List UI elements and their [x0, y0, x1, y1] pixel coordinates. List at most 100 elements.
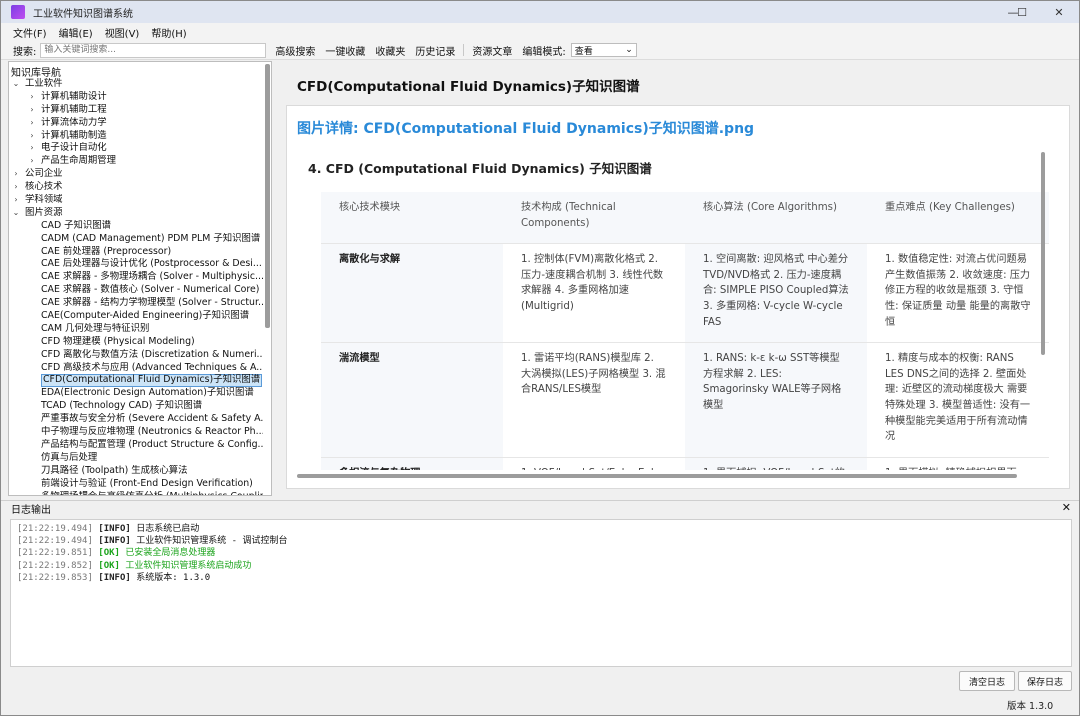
table-cell: 1. VOF/Level-Set/Euler-Euler [503, 457, 685, 470]
tree-item[interactable]: CFD 物理建模 (Physical Modeling) [9, 336, 263, 349]
tree-item[interactable]: › 电子设计自动化 [9, 142, 263, 155]
search-input[interactable] [40, 42, 267, 58]
chevron-right-icon[interactable]: › [11, 194, 21, 207]
tree-item-label: CAD 子知识图谱 [41, 219, 112, 231]
tree-item[interactable]: ⌄ 工业软件 [9, 78, 263, 91]
close-icon: ✕ [1054, 5, 1064, 19]
tree-item[interactable]: CFD(Computational Fluid Dynamics)子知识图谱 [9, 374, 263, 388]
tree-item[interactable]: › 产品生命周期管理 [9, 155, 263, 168]
articles-button[interactable]: 资源文章 [467, 43, 517, 58]
tree-item-label: CAM 几何处理与特征识别 [41, 322, 150, 334]
title-bar[interactable]: 工业软件知识图谱系统 — ☐ ✕ [1, 1, 1079, 23]
tree-view: ⌄ 工业软件 › 计算机辅助设计 › 计算机辅助工程 › 计算流体动力学 › 计算机辅助制造 › 电子… [9, 78, 263, 496]
edit-mode-select[interactable]: 查看 ⌄ [570, 43, 637, 57]
close-icon: ✕ [1061, 501, 1071, 514]
tree-item[interactable]: CAE 后处理器与设计优化 (Postprocessor & Desi... [9, 258, 263, 271]
chevron-right-icon[interactable]: › [11, 168, 21, 181]
preview-vertical-scrollbar[interactable] [1041, 152, 1045, 355]
tree-item[interactable]: › 计算机辅助制造 [9, 130, 263, 143]
chevron-right-icon[interactable]: › [27, 117, 37, 130]
tree-item-label: 中子物理与反应堆物理 (Neutronics & Reactor Ph... [41, 426, 263, 438]
chevron-right-icon[interactable]: › [27, 155, 37, 168]
history-button[interactable]: 历史记录 [410, 43, 460, 58]
sidebar-scrollbar[interactable] [265, 64, 270, 328]
tree-item[interactable]: CAE 前处理器 (Preprocessor) [9, 246, 263, 259]
tree-item[interactable]: CAD 子知识图谱 [9, 220, 263, 233]
chevron-right-icon[interactable]: › [27, 91, 37, 104]
table-cell: 1. 数值稳定性: 对流占优问题易产生数值振荡 2. 收敛速度: 压力修正方程的… [867, 243, 1049, 344]
tree-item[interactable]: › 计算机辅助工程 [9, 104, 263, 117]
menu-help[interactable]: 帮助(H) [145, 25, 192, 40]
tree-item[interactable]: TCAD (Technology CAD) 子知识图谱 [9, 400, 263, 413]
tree-item[interactable]: CAE 求解器 - 结构力学物理模型 (Solver - Structur... [9, 297, 263, 310]
image-preview: 4. CFD (Computational Fluid Dynamics) 子知… [291, 138, 1051, 470]
tree-item[interactable]: EDA(Electronic Design Automation)子知识图谱 [9, 387, 263, 400]
tree-item-label: 产品结构与配置管理 (Product Structure & Config... [41, 438, 263, 450]
preview-horizontal-scrollbar[interactable] [297, 474, 1017, 478]
tree-item[interactable]: 多物理场耦合与高级仿真分析 (Multiphysics Coupling... [9, 491, 263, 496]
log-entry: [21:22:19.494] [INFO] 工业软件知识管理系统 - 调试控制台 [17, 535, 1065, 547]
image-title: 图片详情: CFD(Computational Fluid Dynamics)子… [297, 121, 755, 137]
tree-item[interactable]: › 学科领域 [9, 194, 263, 207]
chevron-right-icon[interactable]: › [27, 142, 37, 155]
chevron-right-icon[interactable]: › [11, 181, 21, 194]
tree-item[interactable]: › 计算流体动力学 [9, 117, 263, 130]
tree-item[interactable]: 前端设计与验证 (Front-End Design Verification) [9, 478, 263, 491]
log-console[interactable]: [21:22:19.494] [INFO] 日志系统已启动 [21:22:19.4… [10, 519, 1072, 667]
advanced-search-button[interactable]: 高级搜索 [270, 43, 320, 58]
tree-item-label: 计算机辅助工程 [41, 103, 107, 115]
menu-edit[interactable]: 编辑(E) [53, 25, 99, 40]
tree-item[interactable]: ⌄ 图片资源 [9, 207, 263, 220]
tree-item[interactable]: 刀具路径 (Toolpath) 生成核心算法 [9, 465, 263, 478]
chevron-down-icon[interactable]: ⌄ [11, 207, 21, 220]
tree-item[interactable]: › 计算机辅助设计 [9, 91, 263, 104]
quick-favorite-button[interactable]: 一键收藏 [320, 43, 370, 58]
tree-item[interactable]: 仿真与后处理 [9, 452, 263, 465]
tree-item[interactable]: 产品结构与配置管理 (Product Structure & Config... [9, 439, 263, 452]
close-button[interactable]: ✕ [1037, 1, 1079, 23]
maximize-icon: ☐ [1017, 5, 1027, 19]
table-cell: 1. 雷诺平均(RANS)模型库 2. 大涡模拟(LES)子网格模型 3. 混合… [503, 342, 685, 458]
menu-file[interactable]: 文件(F) [7, 25, 53, 40]
favorites-button[interactable]: 收藏夹 [370, 43, 410, 58]
tree-item-label: TCAD (Technology CAD) 子知识图谱 [41, 400, 203, 412]
table-cell: 1. 界面模拟: 精确捕捉相界面 [867, 457, 1049, 470]
table-header-cell: 重点难点 (Key Challenges) [867, 192, 1049, 245]
tree-item[interactable]: CFD 离散化与数值方法 (Discretization & Numeri... [9, 349, 263, 362]
tree-item-label: 图片资源 [25, 206, 63, 218]
menu-view[interactable]: 视图(V) [99, 25, 146, 40]
chevron-right-icon[interactable]: › [27, 104, 37, 117]
tree-item-label: CAE 求解器 - 数值核心 (Solver - Numerical Core) [41, 284, 260, 296]
save-log-button[interactable]: 保存日志 [1018, 671, 1072, 691]
table-cell: 离散化与求解 [321, 243, 503, 344]
clear-log-button[interactable]: 清空日志 [959, 671, 1015, 691]
knowledge-table: 核心技术模块 技术构成 (Technical Components) 核心算法 … [321, 192, 1049, 470]
chevron-right-icon[interactable]: › [27, 130, 37, 143]
content-panel: 图片详情: CFD(Computational Fluid Dynamics)子… [286, 105, 1070, 489]
tree-item[interactable]: CAE(Computer-Aided Engineering)子知识图谱 [9, 310, 263, 323]
tree-item-label: 刀具路径 (Toolpath) 生成核心算法 [41, 464, 188, 476]
tree-item-label: 电子设计自动化 [41, 142, 107, 154]
tree-item[interactable]: CAE 求解器 - 多物理场耦合 (Solver - Multiphysic..… [9, 271, 263, 284]
tree-item[interactable]: › 公司企业 [9, 168, 263, 181]
tree-item[interactable]: › 核心技术 [9, 181, 263, 194]
tree-item-label: CAE 求解器 - 结构力学物理模型 (Solver - Structur... [41, 297, 263, 309]
version-label: 版本 1.3.0 [1007, 701, 1054, 712]
tree-item[interactable]: 中子物理与反应堆物理 (Neutronics & Reactor Ph... [9, 426, 263, 439]
tree-item-label: 学科领域 [25, 194, 63, 206]
tree-item[interactable]: 严重事故与安全分析 (Severe Accident & Safety A... [9, 413, 263, 426]
log-message: 已安装全局消息处理器 [125, 548, 216, 559]
tree-item[interactable]: CAM 几何处理与特征识别 [9, 323, 263, 336]
log-message: 工业软件知识管理系统 - 调试控制台 [136, 536, 288, 547]
tree-item-label: CFD 离散化与数值方法 (Discretization & Numeri... [41, 348, 263, 360]
tree-item-label: CFD(Computational Fluid Dynamics)子知识图谱 [41, 374, 263, 388]
log-level: [INFO] [98, 572, 131, 583]
chevron-down-icon[interactable]: ⌄ [11, 78, 21, 91]
tree-item[interactable]: CADM (CAD Management) PDM PLM 子知识图谱 [9, 233, 263, 246]
log-close-button[interactable]: ✕ [1062, 501, 1071, 514]
tree-item[interactable]: CAE 求解器 - 数值核心 (Solver - Numerical Core) [9, 284, 263, 297]
log-timestamp: [21:22:19.852] [17, 560, 93, 571]
tree-item-label: 公司企业 [25, 168, 63, 180]
tree-item[interactable]: CFD 高级技术与应用 (Advanced Techniques & A... [9, 362, 263, 375]
sidebar-title: 知识库导航 [11, 68, 61, 79]
